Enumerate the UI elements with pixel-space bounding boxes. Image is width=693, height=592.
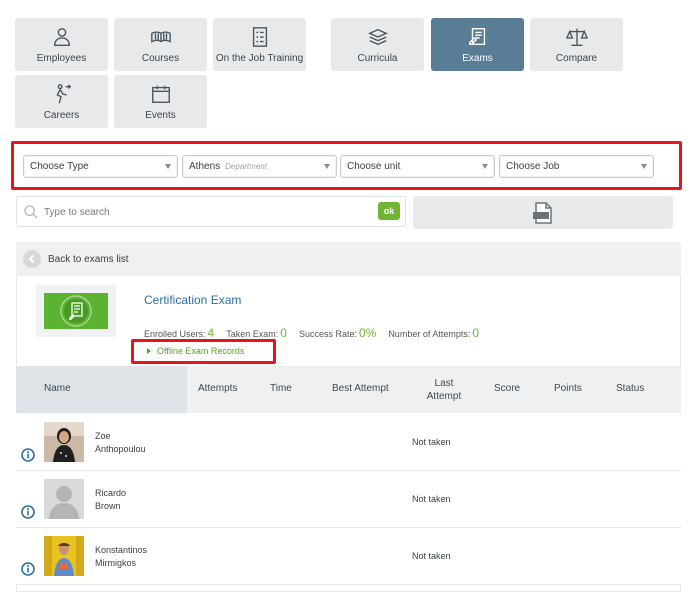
column-attempts[interactable]: Attempts xyxy=(198,383,237,394)
back-label: Back to exams list xyxy=(48,253,129,265)
taken-label: Taken Exam: xyxy=(226,329,279,339)
exam-stats: Enrolled Users: 4 Taken Exam: 0 Success Rate… xyxy=(144,326,479,340)
scales-icon xyxy=(565,28,588,46)
chevron-down-icon xyxy=(482,164,488,169)
user-icon xyxy=(53,28,70,46)
nav-tile-label: Compare xyxy=(555,53,598,64)
back-to-exams-link[interactable]: Back to exams list xyxy=(16,242,681,276)
person-name[interactable]: Konstantinos Mirmigkos xyxy=(95,544,147,570)
unit-select-value: Choose unit xyxy=(347,161,401,172)
nav-tile-label: Curricula xyxy=(357,53,398,64)
unit-select[interactable]: Choose unit xyxy=(340,155,495,178)
nav-tile-courses[interactable]: Courses xyxy=(114,18,207,71)
export-pdf-button[interactable] xyxy=(413,196,673,229)
chevron-down-icon xyxy=(641,164,647,169)
offline-exam-records-label: Offline Exam Records xyxy=(157,346,245,356)
table-row[interactable]: Zoe Anthopoulou Not taken xyxy=(16,414,681,471)
book-icon xyxy=(150,31,171,43)
table-header: Name Attempts Time Best Attempt Last Att… xyxy=(16,366,681,413)
info-icon[interactable] xyxy=(21,505,35,519)
avatar-placeholder xyxy=(44,479,84,519)
career-icon xyxy=(55,84,71,104)
type-select[interactable]: Choose Type xyxy=(23,155,178,178)
search-input[interactable] xyxy=(42,204,362,220)
search-ok-button[interactable]: ok xyxy=(378,202,400,220)
search-box xyxy=(16,196,406,227)
nav-tile-label: Courses xyxy=(141,53,180,64)
person-name[interactable]: Zoe Anthopoulou xyxy=(95,430,146,456)
exam-icon xyxy=(468,28,485,46)
books-stack-icon xyxy=(367,28,388,46)
column-name[interactable]: Name xyxy=(44,383,71,394)
taken-value: 0 xyxy=(280,326,287,340)
column-last-attempt-line2: Attempt xyxy=(426,391,462,402)
column-best-attempt[interactable]: Best Attempt xyxy=(332,383,389,394)
pdf-document-icon xyxy=(533,201,552,224)
enrolled-value: 4 xyxy=(207,326,215,340)
nav-tile-label: Careers xyxy=(43,110,80,121)
department-select-value: Athens xyxy=(189,161,221,172)
exam-thumbnail xyxy=(36,285,116,337)
column-score[interactable]: Score xyxy=(494,383,520,394)
enrolled-label: Enrolled Users: xyxy=(144,329,206,339)
exam-badge-icon xyxy=(60,295,92,327)
nav-tile-exams[interactable]: Exams xyxy=(431,18,524,71)
info-icon[interactable] xyxy=(21,562,35,576)
column-status[interactable]: Status xyxy=(616,383,644,394)
department-hint: Department xyxy=(225,162,267,171)
offline-exam-records-link[interactable]: Offline Exam Records xyxy=(147,346,244,356)
type-select-value: Choose Type xyxy=(30,161,89,172)
checklist-icon xyxy=(252,27,267,47)
column-last-attempt-line1: Last xyxy=(434,378,454,389)
exam-title[interactable]: Certification Exam xyxy=(144,293,241,307)
avatar xyxy=(44,536,84,576)
first-name: Konstantinos xyxy=(95,545,148,555)
job-select-value: Choose Job xyxy=(506,161,560,172)
search-icon xyxy=(24,205,38,219)
attempts-value: 0 xyxy=(472,326,480,340)
nav-tile-careers[interactable]: Careers xyxy=(15,75,108,128)
nav-tile-compare[interactable]: Compare xyxy=(530,18,623,71)
success-value: 0% xyxy=(358,326,377,340)
caret-right-icon xyxy=(147,348,151,354)
department-select[interactable]: Athens Department xyxy=(182,155,337,178)
column-last-attempt[interactable]: Last Attempt xyxy=(424,377,464,403)
first-name: Zoe xyxy=(95,431,111,441)
row-status: Not taken xyxy=(412,437,451,447)
table-row[interactable]: Konstantinos Mirmigkos Not taken xyxy=(16,528,681,585)
row-status: Not taken xyxy=(412,494,451,504)
nav-tile-employees[interactable]: Employees xyxy=(15,18,108,71)
nav-tile-on-the-job-training[interactable]: On the Job Training xyxy=(213,18,306,71)
nav-tile-label: On the Job Training xyxy=(215,53,304,64)
column-time[interactable]: Time xyxy=(270,383,292,394)
chevron-down-icon xyxy=(165,164,171,169)
avatar xyxy=(44,422,84,462)
nav-tile-label: Events xyxy=(145,110,176,121)
job-select[interactable]: Choose Job xyxy=(499,155,654,178)
name-column-bg xyxy=(16,366,187,413)
first-name: Ricardo xyxy=(95,488,127,498)
chevron-left-icon xyxy=(23,250,41,268)
person-name[interactable]: Ricardo Brown xyxy=(95,487,126,513)
nav-tile-label: Exams xyxy=(462,53,493,64)
chevron-down-icon xyxy=(324,164,330,169)
table-row[interactable]: Ricardo Brown Not taken xyxy=(16,471,681,528)
calendar-icon xyxy=(151,85,170,103)
last-name: Anthopoulou xyxy=(95,444,146,454)
nav-tile-curricula[interactable]: Curricula xyxy=(331,18,424,71)
column-points[interactable]: Points xyxy=(554,383,582,394)
last-name: Brown xyxy=(95,501,121,511)
attempts-label: Number of Attempts: xyxy=(388,329,471,339)
row-status: Not taken xyxy=(412,551,451,561)
info-icon[interactable] xyxy=(21,448,35,462)
success-label: Success Rate: xyxy=(298,329,357,339)
last-name: Mirmigkos xyxy=(95,558,137,568)
nav-tile-events[interactable]: Events xyxy=(114,75,207,128)
nav-tile-label: Employees xyxy=(36,53,87,64)
